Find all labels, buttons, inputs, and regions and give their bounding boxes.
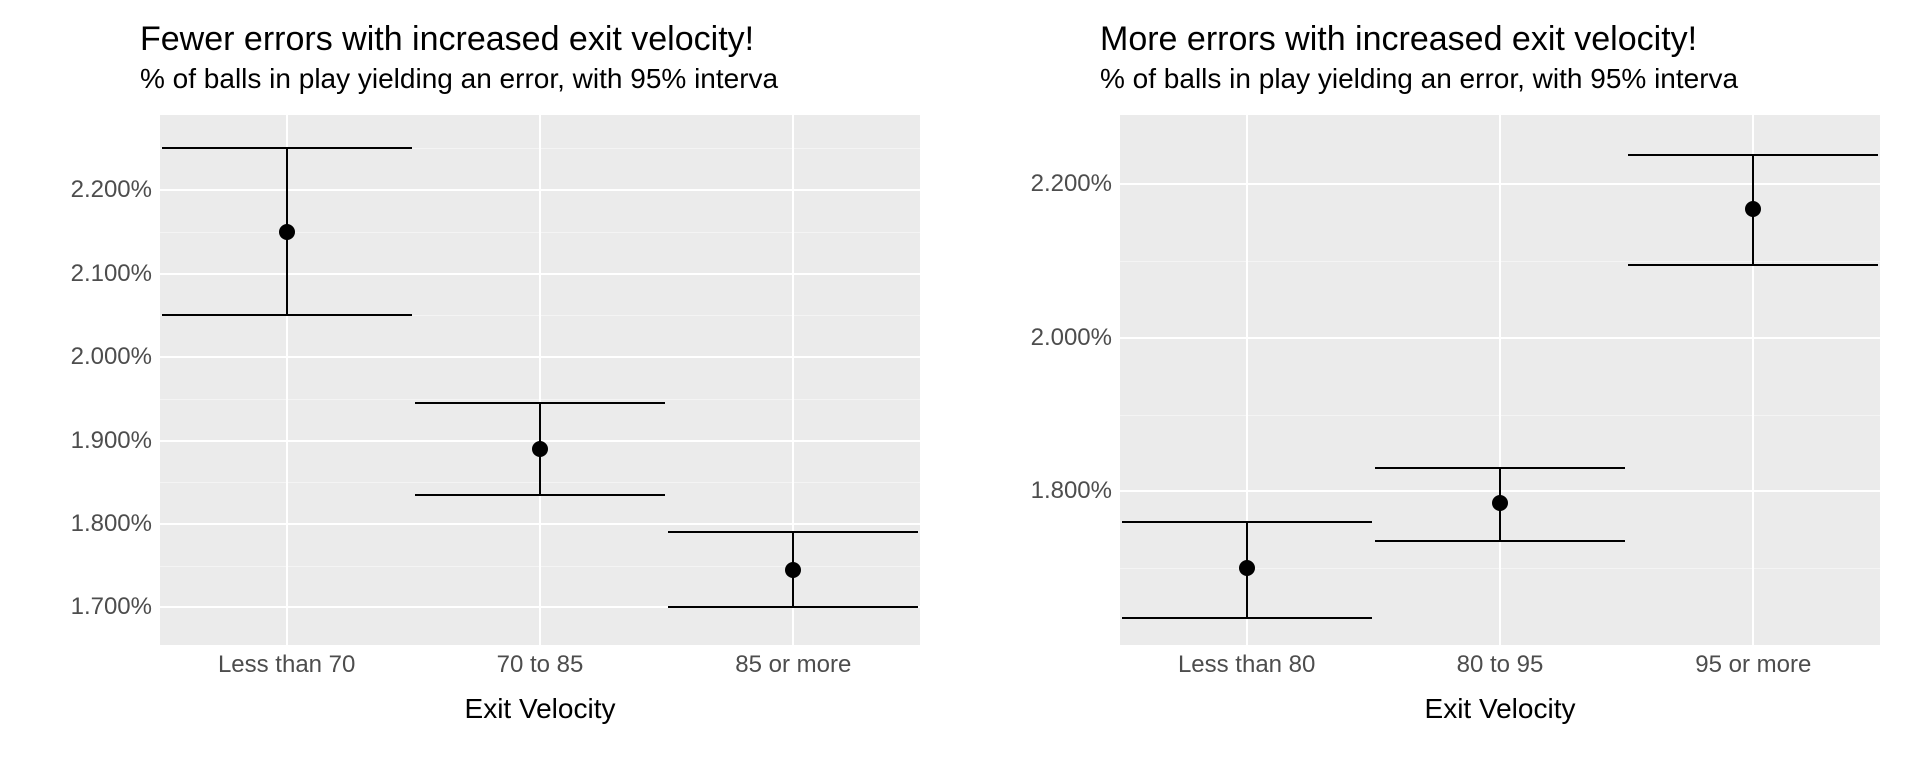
chart-subtitle: % of balls in play yielding an error, wi… xyxy=(140,63,950,95)
chart-panel-0: Fewer errors with increased exit velocit… xyxy=(0,0,960,768)
x-tick-label: 80 to 95 xyxy=(1457,645,1544,679)
data-point xyxy=(785,562,801,578)
plot-area: 1.700%1.800%1.900%2.000%2.100%2.200%Less… xyxy=(160,115,920,645)
gridline-vertical xyxy=(539,115,541,645)
error-cap xyxy=(1122,617,1372,619)
error-cap xyxy=(668,531,918,533)
y-tick-label: 1.700% xyxy=(71,593,160,621)
y-tick-label: 1.800% xyxy=(1031,477,1120,505)
error-cap xyxy=(162,314,412,316)
error-cap xyxy=(162,147,412,149)
x-tick-label: 85 or more xyxy=(735,645,851,679)
error-cap xyxy=(1122,521,1372,523)
x-axis-label: Exit Velocity xyxy=(465,693,616,725)
y-tick-label: 2.000% xyxy=(71,343,160,371)
y-tick-label: 2.100% xyxy=(71,260,160,288)
chart-subtitle: % of balls in play yielding an error, wi… xyxy=(1100,63,1910,95)
y-tick-label: 2.000% xyxy=(1031,324,1120,352)
error-cap xyxy=(1375,540,1625,542)
plot-area: 1.800%2.000%2.200%Less than 8080 to 9595… xyxy=(1120,115,1880,645)
y-tick-label: 1.800% xyxy=(71,510,160,538)
chart-panel-1: More errors with increased exit velocity… xyxy=(960,0,1920,768)
y-tick-label: 2.200% xyxy=(71,176,160,204)
x-tick-label: Less than 70 xyxy=(218,645,355,679)
data-point xyxy=(532,441,548,457)
error-cap xyxy=(668,606,918,608)
error-cap xyxy=(415,494,665,496)
error-cap xyxy=(1375,467,1625,469)
x-tick-label: 95 or more xyxy=(1695,645,1811,679)
data-point xyxy=(279,224,295,240)
y-tick-label: 1.900% xyxy=(71,427,160,455)
chart-title: Fewer errors with increased exit velocit… xyxy=(140,20,950,59)
x-tick-label: 70 to 85 xyxy=(497,645,584,679)
error-cap xyxy=(415,402,665,404)
chart-title: More errors with increased exit velocity… xyxy=(1100,20,1910,59)
data-point xyxy=(1492,495,1508,511)
error-cap xyxy=(1628,154,1878,156)
y-tick-label: 2.200% xyxy=(1031,170,1120,198)
x-axis-label: Exit Velocity xyxy=(1425,693,1576,725)
data-point xyxy=(1239,560,1255,576)
data-point xyxy=(1745,201,1761,217)
error-cap xyxy=(1628,264,1878,266)
x-tick-label: Less than 80 xyxy=(1178,645,1315,679)
gridline-vertical xyxy=(1499,115,1501,645)
